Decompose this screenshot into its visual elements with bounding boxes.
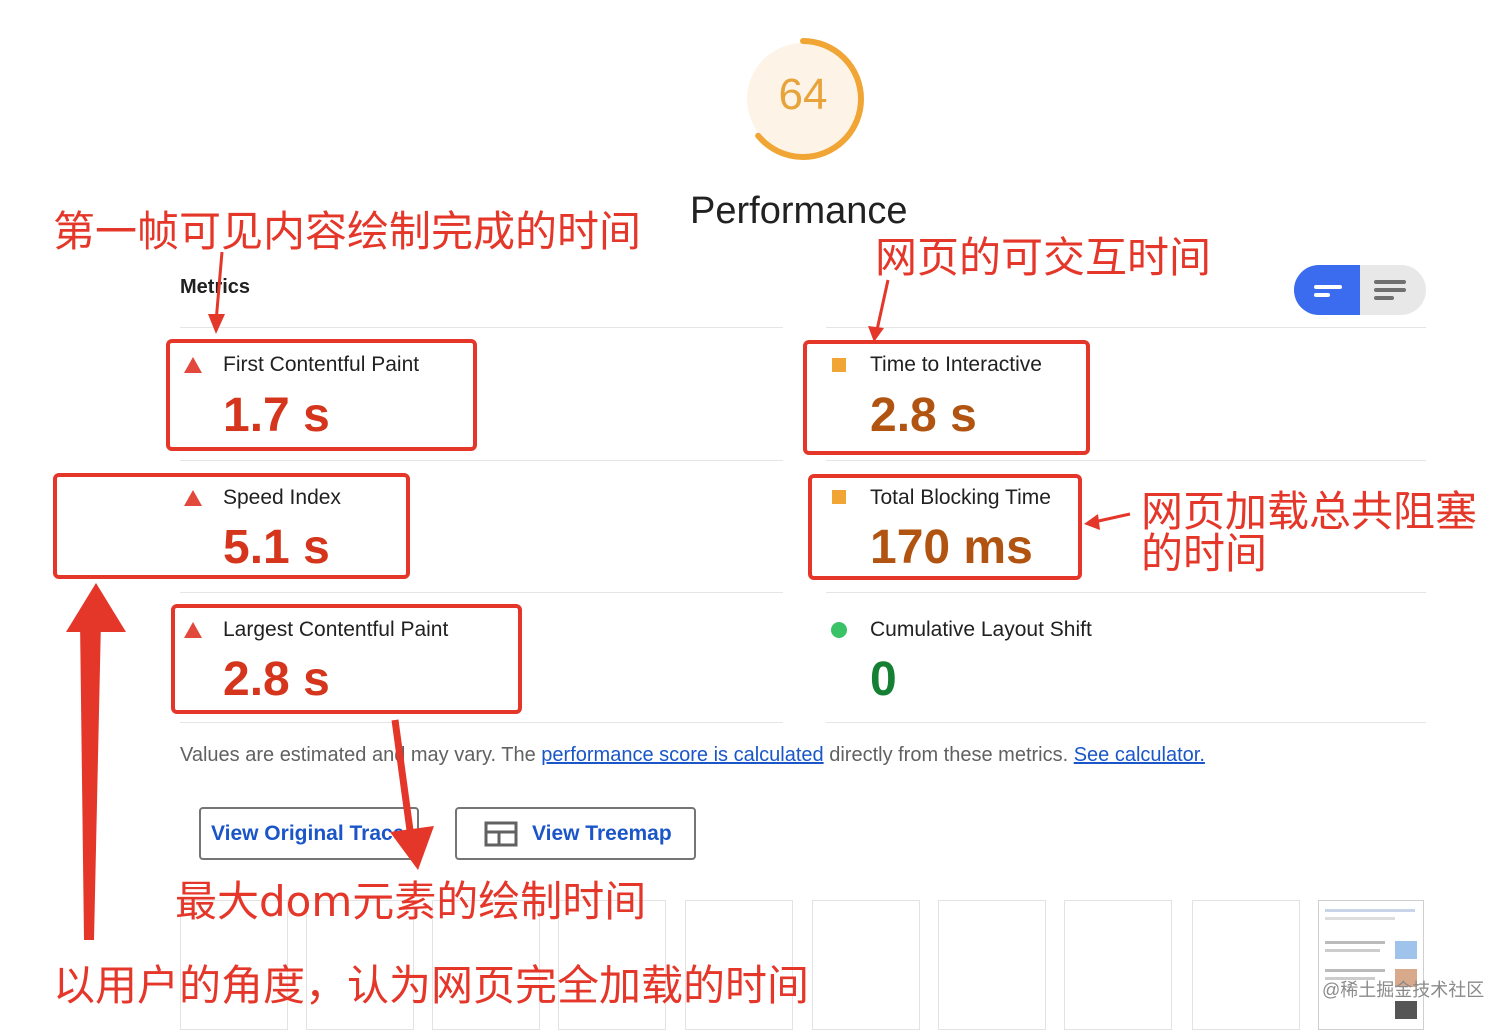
metrics-view-toggle[interactable] — [1294, 265, 1426, 315]
filmstrip-frame — [812, 900, 920, 1030]
highlight-box-si — [53, 473, 410, 579]
metric-value-cls: 0 — [870, 653, 897, 706]
annotation-tbt-line2: 的时间 — [1141, 529, 1268, 578]
compact-view-button[interactable] — [1294, 265, 1360, 315]
arrow-tti — [875, 279, 890, 331]
divider — [826, 592, 1426, 593]
metrics-note: Values are estimated and may vary. The p… — [180, 744, 1205, 767]
divider — [826, 722, 1426, 723]
divider — [180, 327, 783, 328]
view-original-trace-button[interactable]: View Original Trace — [199, 807, 419, 860]
see-calculator-link[interactable]: See calculator. — [1074, 744, 1205, 766]
filmstrip-frame — [1064, 900, 1172, 1030]
pass-circle-icon — [831, 622, 847, 638]
arrow-tbt — [1093, 512, 1131, 524]
divider — [180, 460, 783, 461]
annotation-tti: 网页的可交互时间 — [875, 233, 1212, 282]
score-calculated-link[interactable]: performance score is calculated — [541, 744, 823, 766]
arrow-si-head — [66, 583, 126, 632]
filmstrip-frame — [1192, 900, 1300, 1030]
metrics-title: Metrics — [180, 276, 251, 298]
filmstrip-frame-loaded — [1318, 900, 1424, 1030]
divider — [826, 460, 1426, 461]
view-original-trace-label: View Original Trace — [211, 821, 405, 845]
divider — [826, 327, 1426, 328]
annotation-si: 以用户的角度，认为网页完全加载的时间 — [53, 961, 810, 1010]
metric-label-cls: Cumulative Layout Shift — [870, 618, 1092, 641]
note-middle: directly from these metrics. — [823, 744, 1074, 766]
view-treemap-button[interactable]: View Treemap — [455, 807, 696, 860]
highlight-box-fcp — [166, 339, 477, 451]
expanded-view-button[interactable] — [1360, 265, 1426, 315]
performance-score: 64 — [778, 70, 828, 119]
highlight-box-lcp — [171, 604, 522, 714]
watermark: @稀土掘金技术社区 — [1322, 980, 1485, 1000]
view-treemap-label: View Treemap — [532, 821, 672, 845]
annotation-fcp: 第一帧可见内容绘制完成的时间 — [53, 207, 642, 256]
note-prefix: Values are estimated and may vary. The — [180, 744, 542, 766]
arrow-fcp-head — [208, 314, 225, 334]
divider — [180, 722, 783, 723]
divider — [180, 592, 783, 593]
annotation-lcp: 最大dom元素的绘制时间 — [175, 877, 647, 926]
treemap-icon — [484, 821, 518, 846]
highlight-box-tbt — [808, 474, 1082, 580]
arrow-si-shaft — [80, 620, 101, 940]
filmstrip-frame — [938, 900, 1046, 1030]
arrow-tbt-head — [1084, 514, 1100, 530]
highlight-box-tti — [803, 340, 1090, 455]
